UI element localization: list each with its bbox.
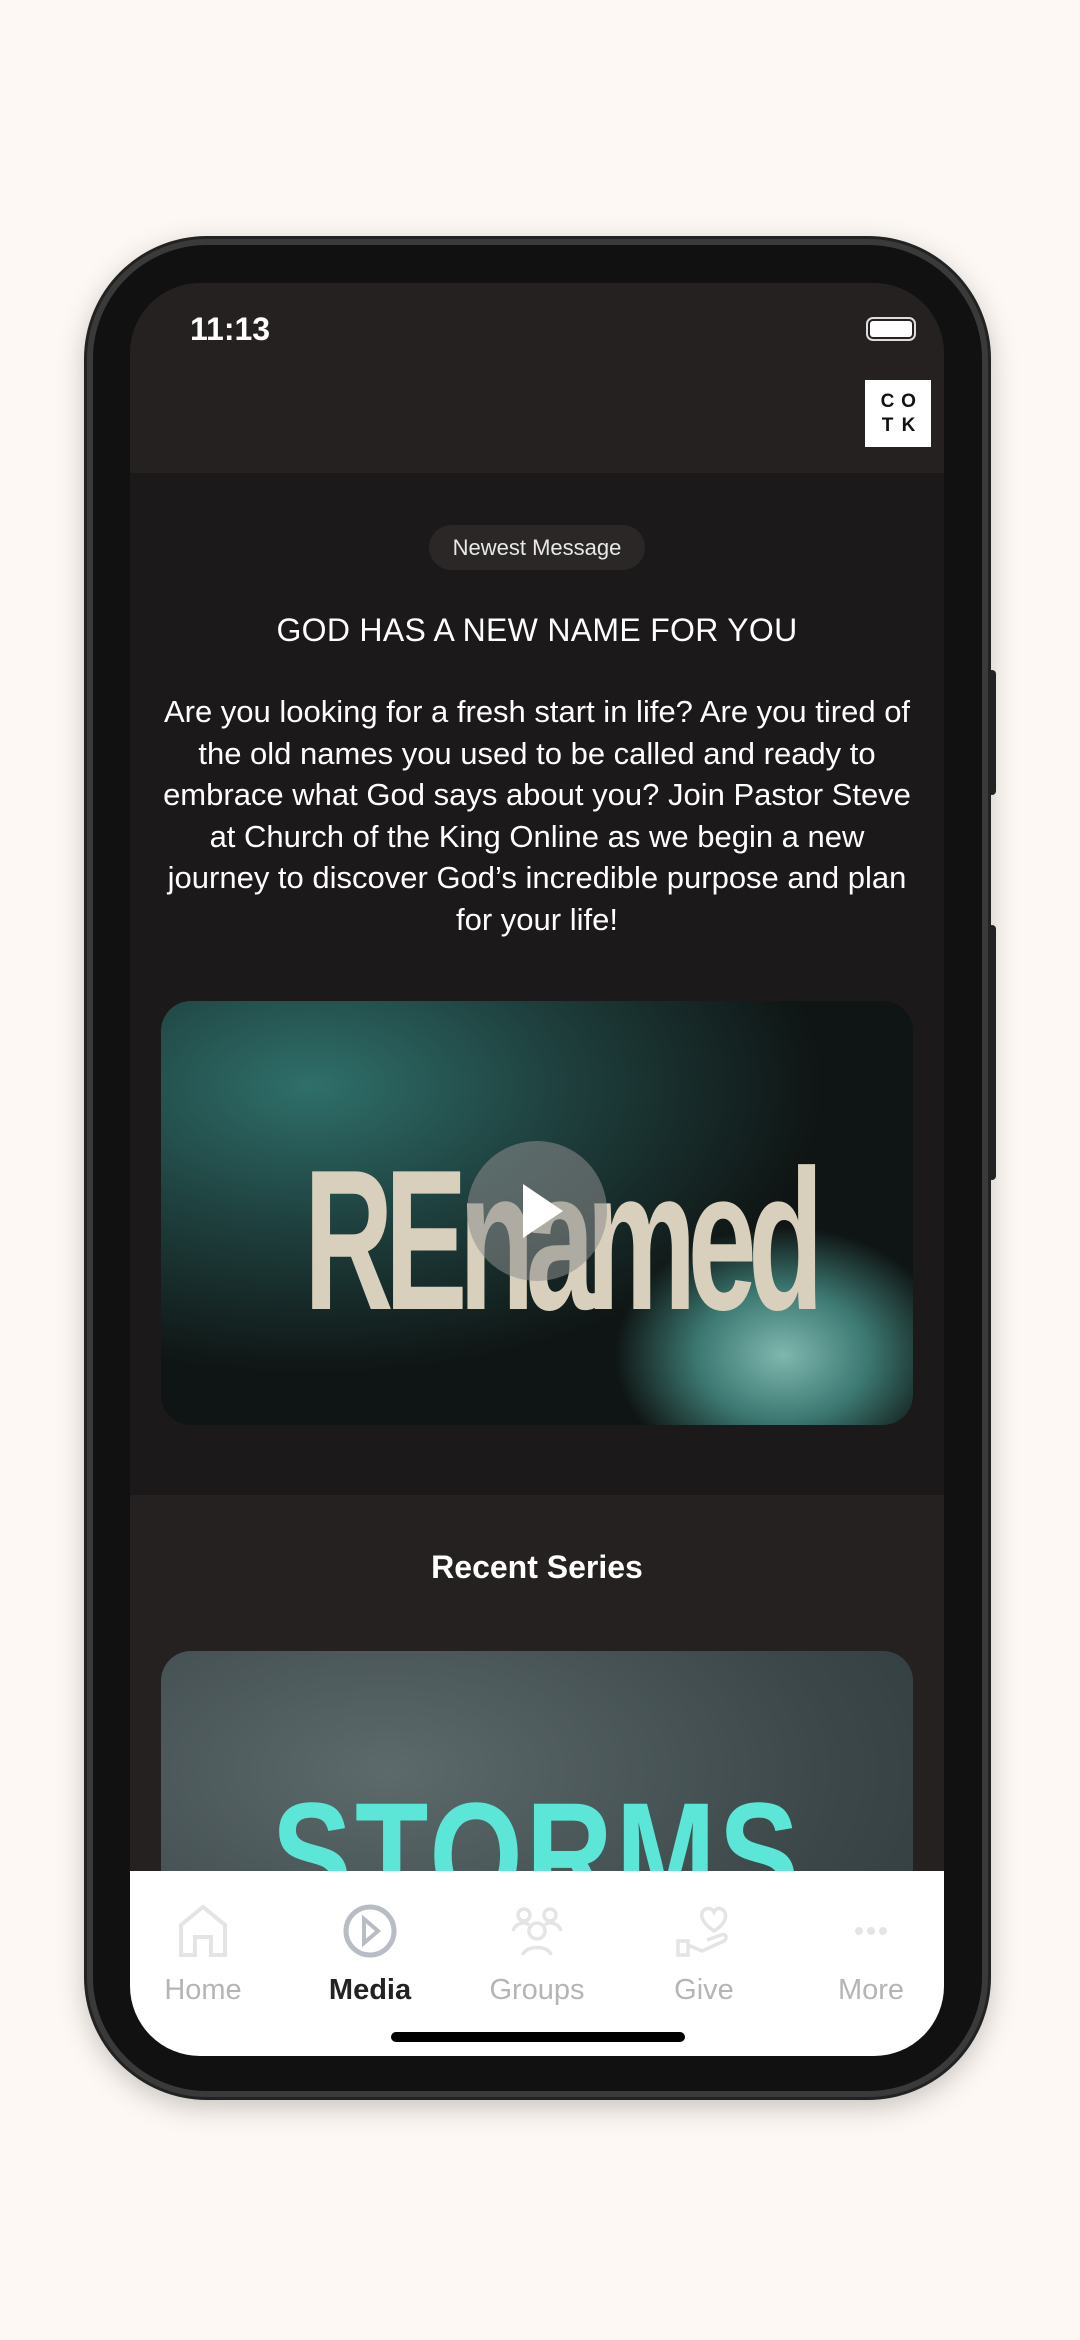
more-dots-icon [855,1927,887,1935]
logo-letter: O [901,390,916,412]
logo-letter: C [880,390,895,412]
newest-message-section: Newest Message GOD HAS A NEW NAME FOR YO… [130,473,944,1495]
message-video-thumbnail[interactable]: REnamed [161,1001,913,1425]
newest-message-badge: Newest Message [428,525,646,570]
tab-groups[interactable]: Groups [462,1901,612,2007]
header: 11:13 C O T K [130,283,944,473]
phone-side-button [988,670,996,795]
tab-give[interactable]: Give [629,1901,779,2007]
tab-more[interactable]: More [796,1901,944,2007]
phone-side-button [988,925,996,1180]
logo-letter: T [881,414,894,436]
status-time: 11:13 [190,311,271,347]
home-icon [179,1904,227,1957]
screen: 11:13 C O T K Newest Message GOD HAS A N… [130,283,944,2056]
tab-home[interactable]: Home [130,1901,278,2007]
tab-label: Give [674,1974,734,2006]
play-button-icon[interactable] [467,1141,607,1281]
tab-label: Groups [489,1974,585,2006]
give-hand-heart-icon [676,1906,728,1957]
play-circle-icon [343,1904,397,1958]
message-title: GOD HAS A NEW NAME FOR YOU [276,612,798,648]
tab-label: Media [328,1974,412,2006]
cotk-logo[interactable]: C O T K [865,380,931,447]
message-description: Are you looking for a fresh start in lif… [163,694,911,937]
tab-label: More [837,1974,905,2006]
groups-icon [511,1907,563,1956]
recent-series-heading: Recent Series [431,1549,643,1585]
tab-label: Home [164,1974,242,2006]
tab-media[interactable]: Media [295,1901,445,2007]
home-indicator[interactable] [391,2032,685,2042]
tab-bar: Home Media Groups Give More [130,1871,944,2056]
battery-icon [866,317,916,341]
logo-letter: K [901,414,916,436]
